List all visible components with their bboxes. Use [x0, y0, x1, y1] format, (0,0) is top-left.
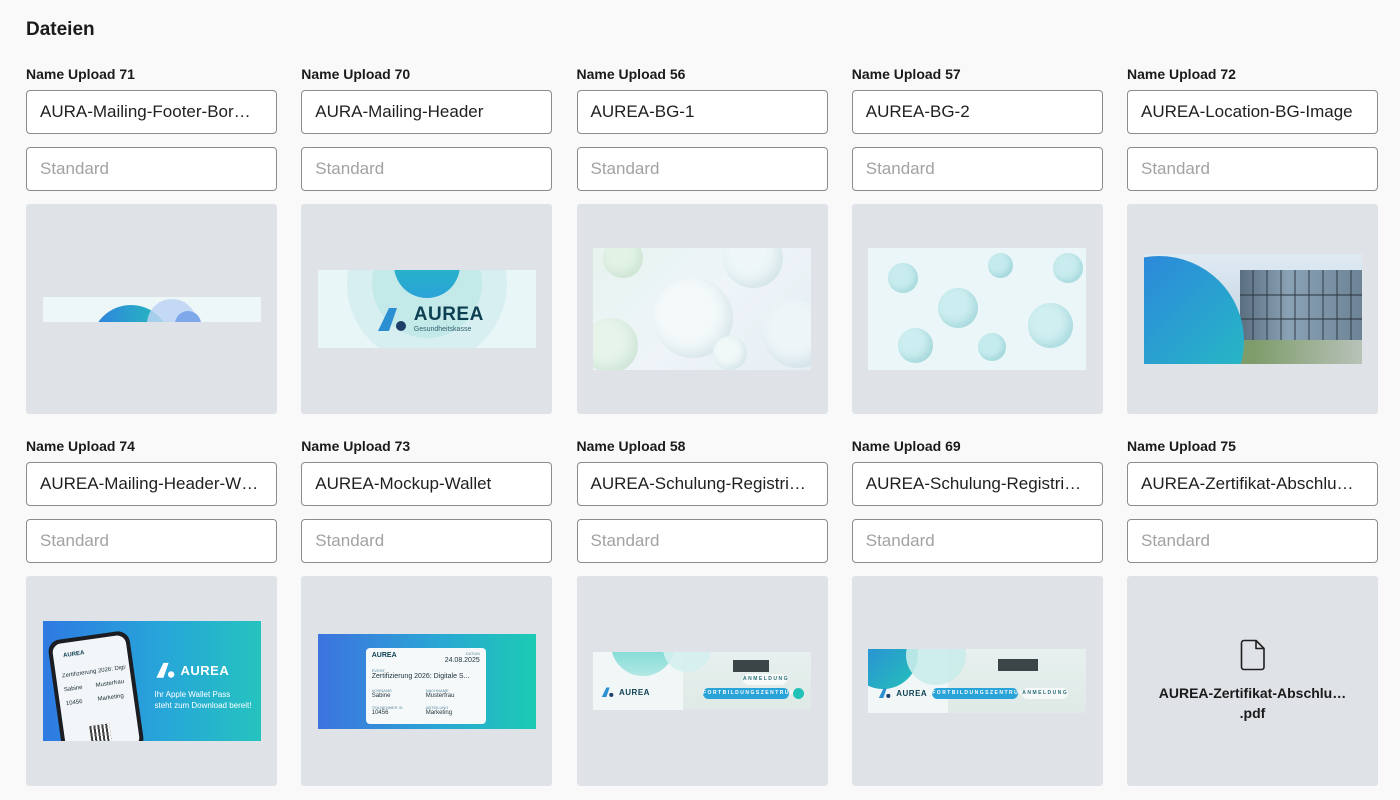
image-mailing-header-wallet: AUREA Zertifizierung 2026: Digitale S Sa…	[42, 621, 261, 741]
fortbildung-pill: FORTBILDUNGSZENTRUM	[932, 688, 1023, 699]
file-card: Name Upload 73 AUREA-Mockup-Wallet Stand…	[301, 434, 553, 786]
brand-word: AUREA	[619, 687, 650, 697]
file-card-label: Name Upload 74	[26, 438, 135, 454]
file-preview[interactable]	[26, 204, 277, 414]
phone-nr: 10456	[65, 698, 83, 708]
file-card-label: Name Upload 56	[576, 66, 686, 82]
image-bg-1	[593, 248, 811, 370]
file-preview[interactable]: AUREA ANMELDUNG FORTBILDUNGSZENTRUM	[576, 576, 828, 786]
brand-word: AUREA	[180, 662, 230, 678]
image-schulung-registrierung-2: AUREA FORTBILDUNGSZENTRUM ANMELDUNG	[868, 649, 1087, 713]
aurea-logo-icon	[879, 688, 891, 698]
file-preview[interactable]: AUREA Gesundheitskasse	[301, 204, 553, 414]
file-alt-input[interactable]: Standard	[1127, 147, 1378, 191]
page-title: Dateien	[26, 19, 95, 40]
ticket-brand: AUREA	[371, 651, 397, 659]
ticket-event: Zertifizierung 2026: Digitale S...	[371, 672, 470, 680]
ticket-date: 24.08.2025	[444, 656, 480, 664]
anmeldung-pill: ANMELDUNG	[743, 674, 788, 685]
phone-event: Zertifizierung 2026: Digitale S	[61, 664, 126, 680]
file-alt-input[interactable]: Standard	[1127, 519, 1378, 563]
file-card: Name Upload 71 AURA-Mailing-Footer-Bor… …	[26, 62, 277, 414]
pdf-name-line-1: AUREA-Zertifikat-Abschlu…	[1158, 685, 1347, 701]
pdf-name-line-2: .pdf	[1239, 705, 1266, 721]
file-name-input[interactable]: AUREA-Location-BG-Image	[1127, 90, 1378, 134]
image-schulung-registrierung-1: AUREA ANMELDUNG FORTBILDUNGSZENTRUM	[593, 652, 811, 710]
file-name-input[interactable]: AUREA-Zertifikat-Abschlu…	[1127, 462, 1378, 506]
file-name-input[interactable]: AUREA-Mailing-Header-W…	[26, 462, 277, 506]
file-card-label: Name Upload 75	[1127, 438, 1236, 454]
brand-word: AUREA	[896, 688, 928, 698]
file-name-input[interactable]: AURA-Mailing-Footer-Bor…	[26, 90, 277, 134]
phone-vorname: Sabine	[63, 684, 83, 694]
file-card: Name Upload 56 AUREA-BG-1 Standard	[576, 62, 828, 414]
file-preview[interactable]: AUREA DATUM 24.08.2025 EVENT Zertifizier…	[301, 576, 553, 786]
file-preview[interactable]: AUREA FORTBILDUNGSZENTRUM ANMELDUNG	[851, 576, 1103, 786]
file-card: Name Upload 74 AUREA-Mailing-Header-W… S…	[26, 434, 277, 786]
brand-word: AUREA	[413, 304, 484, 325]
ticket-nr: 10456	[371, 709, 389, 716]
file-alt-input[interactable]: Standard	[26, 519, 277, 563]
image-footer-border	[42, 296, 261, 322]
file-alt-input[interactable]: Standard	[26, 147, 277, 191]
file-card-label: Name Upload 58	[576, 438, 686, 454]
file-alt-input[interactable]: Standard	[576, 519, 828, 563]
aurea-logo-icon	[601, 687, 614, 697]
ticket-abt: Marketing	[425, 709, 453, 716]
ticket-vorname: Sabine	[371, 692, 391, 699]
file-alt-input[interactable]: Standard	[851, 519, 1103, 563]
file-name-input[interactable]: AUREA-BG-1	[576, 90, 828, 134]
anmeldung-pill: ANMELDUNG	[1022, 688, 1069, 699]
file-name-input[interactable]: AUREA-BG-2	[851, 90, 1103, 134]
document-icon	[1240, 639, 1265, 671]
file-card: Name Upload 75 AUREA-Zertifikat-Abschlu……	[1127, 434, 1378, 786]
qr-code-icon	[88, 723, 112, 741]
ticket-date-label: DATUM	[465, 650, 480, 656]
fortbildung-pill: FORTBILDUNGSZENTRUM	[703, 688, 794, 699]
phone-brand: AUREA	[62, 650, 85, 660]
file-name-input[interactable]: AURA-Mailing-Header	[301, 90, 553, 134]
file-card-label: Name Upload 73	[301, 438, 411, 454]
brand-sub: Gesundheitskasse	[413, 326, 472, 333]
file-name-input[interactable]: AUREA-Mockup-Wallet	[301, 462, 553, 506]
image-bg-2	[868, 248, 1087, 370]
file-preview[interactable]	[851, 204, 1103, 414]
file-card: Name Upload 57 AUREA-BG-2 Standard	[851, 62, 1103, 414]
file-alt-input[interactable]: Standard	[851, 147, 1103, 191]
file-preview[interactable]: AUREA Zertifizierung 2026: Digitale S Sa…	[26, 576, 277, 786]
phone-abt: Marketing	[96, 693, 124, 703]
file-card-label: Name Upload 70	[301, 66, 411, 82]
aurea-logo-icon	[377, 307, 406, 331]
file-alt-input[interactable]: Standard	[576, 147, 828, 191]
file-card: Name Upload 69 AUREA-Schulung-Registri… …	[851, 434, 1103, 786]
file-card-label: Name Upload 57	[851, 66, 961, 82]
pdf-file: AUREA-Zertifikat-Abschlu… .pdf	[1159, 639, 1346, 723]
file-name-input[interactable]: AUREA-Schulung-Registri…	[851, 462, 1103, 506]
file-card: Name Upload 58 AUREA-Schulung-Registri… …	[576, 434, 828, 786]
file-preview[interactable]	[576, 204, 828, 414]
image-location-bg	[1143, 254, 1362, 364]
file-card-label: Name Upload 71	[26, 66, 135, 82]
wallet-line-2: steht zum Download bereit!	[154, 701, 252, 710]
file-alt-input[interactable]: Standard	[301, 519, 553, 563]
file-preview[interactable]	[1127, 204, 1378, 414]
file-preview[interactable]: AUREA-Zertifikat-Abschlu… .pdf	[1127, 576, 1378, 786]
file-alt-input[interactable]: Standard	[301, 147, 553, 191]
file-card: Name Upload 72 AUREA-Location-BG-Image S…	[1127, 62, 1378, 414]
aurea-logo-icon	[155, 662, 174, 678]
image-mailing-header: AUREA Gesundheitskasse	[317, 270, 536, 348]
file-name-input[interactable]: AUREA-Schulung-Registri…	[576, 462, 828, 506]
file-grid: Name Upload 71 AURA-Mailing-Footer-Bor… …	[26, 62, 1378, 786]
phone-nachname: Musterfrau	[94, 678, 125, 689]
file-card-label: Name Upload 69	[851, 438, 961, 454]
wallet-line-1: Ihr Apple Wallet Pass	[154, 690, 231, 699]
ticket-nachname: Musterfrau	[425, 692, 455, 699]
file-card: Name Upload 70 AURA-Mailing-Header Stand…	[301, 62, 553, 414]
file-card-label: Name Upload 72	[1127, 66, 1236, 82]
image-mockup-wallet: AUREA DATUM 24.08.2025 EVENT Zertifizier…	[317, 633, 536, 729]
